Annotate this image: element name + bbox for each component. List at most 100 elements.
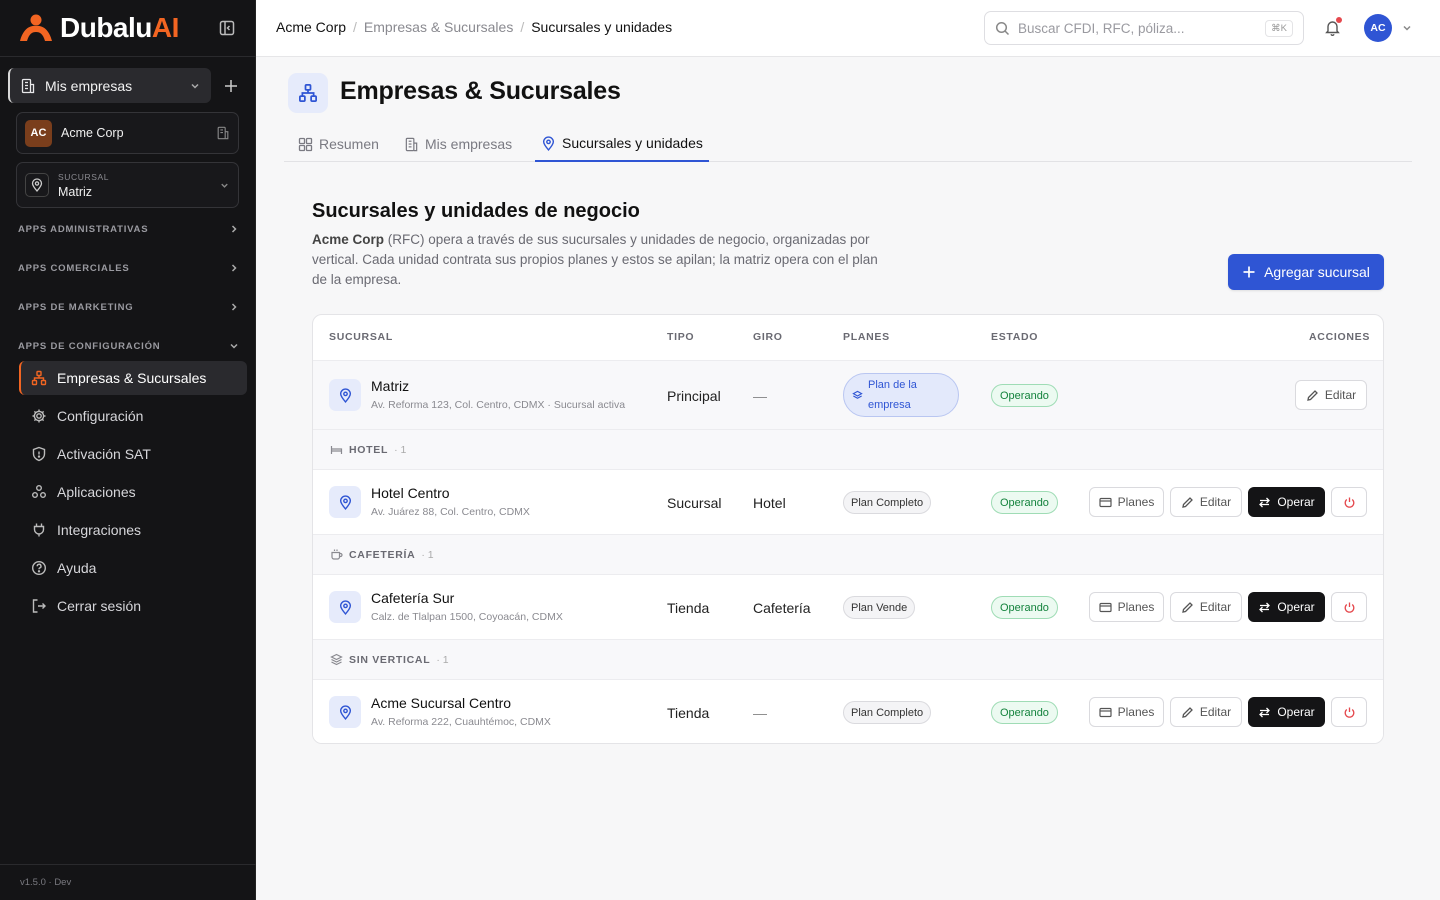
edit-button[interactable]: Editar xyxy=(1295,380,1367,410)
operate-button[interactable]: Operar xyxy=(1248,697,1325,727)
group-header-cafeteria: CAFETERÍA · 1 xyxy=(313,534,1383,574)
chevron-right-icon xyxy=(231,303,237,311)
plus-icon xyxy=(1243,266,1255,278)
table-row-hotel-centro[interactable]: Hotel Centro Av. Juárez 88, Col. Centro,… xyxy=(313,469,1383,534)
sidebar-collapse-icon[interactable] xyxy=(218,19,236,37)
coffee-icon xyxy=(331,549,343,560)
section-apps-commercial[interactable]: APPS COMERCIALES xyxy=(18,260,240,276)
sidebar-item-label: Ayuda xyxy=(57,560,97,576)
brand-logo[interactable]: DubaluAI xyxy=(18,10,179,46)
status-badge: Operando xyxy=(991,384,1058,407)
help-icon xyxy=(31,560,47,576)
logout-icon xyxy=(32,599,46,613)
app-version: v1.5.0 · Dev xyxy=(20,877,72,888)
building-icon xyxy=(405,137,418,151)
sidebar-item-label: Cerrar sesión xyxy=(57,598,142,614)
plans-label: Planes xyxy=(1117,600,1155,614)
company-name: Acme Corp xyxy=(61,126,124,140)
tab-mis-empresas[interactable]: Mis empresas xyxy=(398,126,518,162)
edit-button[interactable]: Editar xyxy=(1170,697,1242,727)
edit-button[interactable]: Editar xyxy=(1170,487,1242,517)
section-apps-config[interactable]: APPS DE CONFIGURACIÓN xyxy=(18,338,240,354)
section-title: Sucursales y unidades de negocio xyxy=(312,200,640,222)
breadcrumb-company[interactable]: Acme Corp xyxy=(276,19,346,35)
pencil-icon xyxy=(1181,601,1193,613)
workspace-label: Mis empresas xyxy=(45,77,133,94)
add-branch-button[interactable]: Agregar sucursal xyxy=(1228,254,1384,290)
edit-label: Editar xyxy=(1199,600,1232,614)
tab-sucursales-unidades[interactable]: Sucursales y unidades xyxy=(535,126,709,162)
sidebar-item-configuracion[interactable]: Configuración xyxy=(19,399,247,433)
group-label: SIN VERTICAL xyxy=(349,653,431,666)
sidebar-item-ayuda[interactable]: Ayuda xyxy=(19,551,247,585)
chevron-right-icon xyxy=(231,225,237,233)
shield-icon xyxy=(32,446,46,462)
edit-label: Editar xyxy=(1199,495,1232,509)
edit-label: Editar xyxy=(1199,705,1232,719)
org-chart-icon xyxy=(31,370,47,386)
section-apps-marketing[interactable]: APPS DE MARKETING xyxy=(18,299,240,315)
search-input[interactable] xyxy=(1018,20,1258,36)
plans-label: Planes xyxy=(1117,495,1155,509)
chevron-down-icon[interactable] xyxy=(1401,22,1413,34)
section-label: APPS DE MARKETING xyxy=(18,301,134,313)
plans-button[interactable]: Planes xyxy=(1089,592,1164,622)
edit-button[interactable]: Editar xyxy=(1170,592,1242,622)
pin-icon xyxy=(25,173,49,197)
plans-label: Planes xyxy=(1117,705,1155,719)
pencil-icon xyxy=(1306,389,1318,401)
sidebar-item-integraciones[interactable]: Integraciones xyxy=(19,513,247,547)
operate-button[interactable]: Operar xyxy=(1248,592,1325,622)
plans-button[interactable]: Planes xyxy=(1089,487,1164,517)
tab-resumen[interactable]: Resumen xyxy=(292,126,385,162)
branch-name: Matriz xyxy=(371,378,410,394)
power-button[interactable] xyxy=(1331,487,1367,517)
power-button[interactable] xyxy=(1331,592,1367,622)
group-label: CAFETERÍA xyxy=(349,548,416,561)
pin-icon xyxy=(329,591,361,623)
breadcrumb-section[interactable]: Empresas & Sucursales xyxy=(364,19,513,35)
group-header-hotel: HOTEL · 1 xyxy=(313,429,1383,469)
workspace-select[interactable]: Mis empresas xyxy=(8,68,211,103)
add-workspace-icon[interactable] xyxy=(222,77,240,95)
power-button[interactable] xyxy=(1331,697,1367,727)
description-company: Acme Corp xyxy=(312,232,385,247)
pencil-icon xyxy=(1181,496,1193,508)
table-row-matriz[interactable]: Matriz Av. Reforma 123, Col. Centro, CDM… xyxy=(313,360,1383,429)
plan-badge: Plan Completo xyxy=(843,491,932,514)
group-count: · 1 xyxy=(436,653,449,666)
branch-name: Hotel Centro xyxy=(371,485,450,501)
chevron-down-icon xyxy=(221,183,228,188)
branch-name: Acme Sucursal Centro xyxy=(371,695,512,711)
breadcrumb: Acme Corp / Empresas & Sucursales / Sucu… xyxy=(276,19,672,35)
power-icon xyxy=(1344,707,1354,718)
dubalu-logo-icon xyxy=(20,14,52,41)
user-avatar[interactable]: AC xyxy=(1364,14,1392,42)
sidebar-item-activacion-sat[interactable]: Activación SAT xyxy=(19,437,247,471)
plans-button[interactable]: Planes xyxy=(1089,697,1164,727)
sidebar-item-empresas-sucursales[interactable]: Empresas & Sucursales xyxy=(19,361,247,395)
power-icon xyxy=(1344,602,1354,613)
operate-label: Operar xyxy=(1277,705,1315,719)
table-row-acme-sucursal-centro[interactable]: Acme Sucursal Centro Av. Reforma 222, Cu… xyxy=(313,679,1383,743)
apps-icon xyxy=(32,485,46,498)
page-title: Empresas & Sucursales xyxy=(340,77,621,105)
company-switcher[interactable]: AC Acme Corp xyxy=(16,112,239,154)
branch-name: Cafetería Sur xyxy=(371,590,455,606)
branch-switcher[interactable]: SUCURSAL Matriz xyxy=(16,162,239,208)
sidebar-divider xyxy=(0,56,256,57)
breadcrumb-current: Sucursales y unidades xyxy=(531,19,673,35)
card-icon xyxy=(1099,602,1112,612)
column-header-actions: ACCIONES xyxy=(1309,331,1371,343)
operate-button[interactable]: Operar xyxy=(1248,487,1325,517)
sidebar-item-cerrar-sesion[interactable]: Cerrar sesión xyxy=(19,589,247,623)
branch-line: — xyxy=(753,388,767,404)
global-search[interactable]: ⌘K xyxy=(984,11,1304,45)
table-row-cafeteria-sur[interactable]: Cafetería Sur Calz. de Tlalpan 1500, Coy… xyxy=(313,574,1383,639)
tab-label: Sucursales y unidades xyxy=(562,135,703,151)
branch-address: Av. Juárez 88, Col. Centro, CDMX xyxy=(371,506,530,518)
sidebar-item-aplicaciones[interactable]: Aplicaciones xyxy=(19,475,247,509)
plan-badge: Plan Vende xyxy=(843,596,916,619)
brand-name: DubaluAI xyxy=(60,12,179,43)
section-apps-admin[interactable]: APPS ADMINISTRATIVAS xyxy=(18,221,240,237)
